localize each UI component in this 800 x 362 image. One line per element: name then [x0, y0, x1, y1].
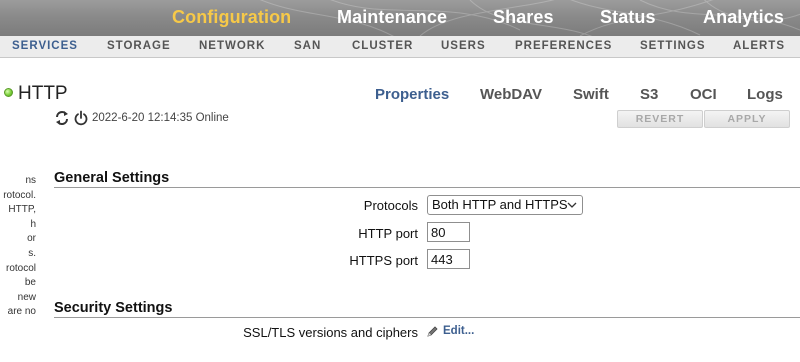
tab-oci[interactable]: OCI	[690, 86, 717, 103]
service-description-panel: ns rotocol. HTTP, h or s. rotocol be new…	[0, 174, 36, 324]
tab-swift[interactable]: Swift	[573, 86, 609, 103]
http-port-label: HTTP port	[358, 226, 418, 241]
restart-icon[interactable]	[54, 110, 70, 126]
subnav-storage[interactable]: STORAGE	[107, 40, 171, 52]
topnav-shares[interactable]: Shares	[493, 7, 554, 28]
http-port-input[interactable]	[427, 222, 470, 242]
tab-webdav[interactable]: WebDAV	[480, 86, 542, 103]
description-line: rotocol.	[3, 189, 36, 201]
https-port-label: HTTPS port	[349, 253, 418, 268]
protocols-selected-value: Both HTTP and HTTPS	[432, 197, 568, 212]
service-title: HTTP	[18, 83, 68, 104]
tab-logs[interactable]: Logs	[747, 86, 783, 103]
description-line: be	[24, 277, 36, 289]
description-line: ns	[25, 175, 36, 186]
secondary-navigation-bar: SERVICES STORAGE NETWORK SAN CLUSTER USE…	[0, 36, 800, 58]
description-line: s.	[28, 247, 36, 259]
subnav-settings[interactable]: SETTINGS	[640, 40, 706, 52]
topnav-status[interactable]: Status	[600, 7, 656, 28]
description-line: or	[27, 233, 36, 245]
top-navigation-bar: Configuration Maintenance Shares Status …	[0, 0, 800, 36]
apply-button[interactable]: APPLY	[704, 110, 790, 128]
chevron-down-icon	[567, 202, 577, 208]
description-line: rotocol	[5, 262, 36, 274]
power-icon[interactable]	[73, 110, 89, 126]
service-status-text: 2022-6-20 12:14:35 Online	[92, 112, 229, 124]
edit-link-label: Edit...	[443, 325, 475, 337]
tab-properties[interactable]: Properties	[375, 86, 449, 103]
subnav-services[interactable]: SERVICES	[12, 40, 78, 52]
service-status-indicator	[4, 88, 13, 97]
tab-s3[interactable]: S3	[640, 86, 658, 103]
subnav-cluster[interactable]: CLUSTER	[352, 40, 413, 52]
security-settings-heading: Security Settings	[54, 300, 173, 316]
protocols-label: Protocols	[363, 198, 418, 213]
description-line: HTTP,	[8, 204, 36, 216]
section-divider	[54, 317, 800, 318]
https-port-input[interactable]	[427, 249, 470, 269]
topnav-maintenance[interactable]: Maintenance	[337, 7, 447, 28]
section-divider	[54, 187, 800, 188]
description-line: h	[30, 218, 36, 230]
description-line: new	[17, 291, 36, 303]
topnav-configuration[interactable]: Configuration	[172, 7, 291, 28]
topnav-analytics[interactable]: Analytics	[703, 7, 784, 28]
subnav-alerts[interactable]: ALERTS	[733, 40, 785, 52]
subnav-network[interactable]: NETWORK	[199, 40, 265, 52]
general-settings-heading: General Settings	[54, 170, 170, 186]
subnav-users[interactable]: USERS	[441, 40, 486, 52]
revert-button[interactable]: REVERT	[617, 110, 703, 128]
ssl-tls-label: SSL/TLS versions and ciphers	[243, 325, 418, 340]
pencil-icon	[427, 326, 438, 337]
subnav-preferences[interactable]: PREFERENCES	[515, 40, 612, 52]
description-line: are no	[7, 306, 36, 318]
subnav-san[interactable]: SAN	[294, 40, 321, 52]
protocols-select[interactable]: Both HTTP and HTTPS	[427, 195, 583, 215]
